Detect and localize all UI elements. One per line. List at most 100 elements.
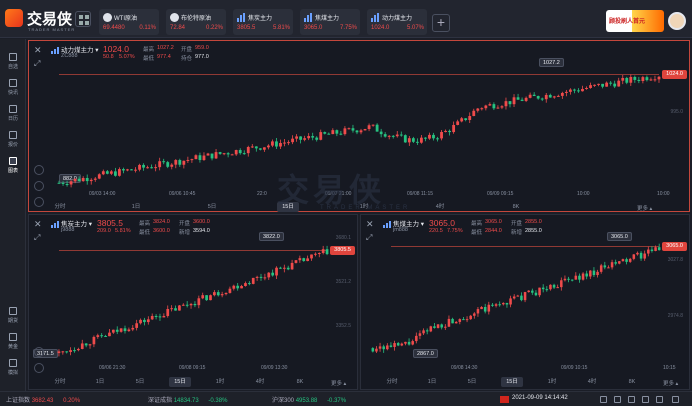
- chart-panel-coking-coal[interactable]: ✕ ⤢ 焦煤主力 ▾ jm888 3065.0 220.5 7.75% 最高 3…: [360, 214, 690, 390]
- more-periods-button[interactable]: 更多 ▴: [331, 379, 346, 387]
- ticker-thermal-coal[interactable]: 动力煤主力 1024.0 5.07%: [367, 9, 427, 35]
- candle: [432, 134, 435, 139]
- candle: [254, 146, 258, 149]
- candle: [508, 101, 512, 105]
- x-axis-label: 22:0: [257, 191, 267, 197]
- period-tab[interactable]: 1日: [89, 377, 111, 387]
- high-value: 1027.2: [157, 45, 174, 51]
- lock-icon[interactable]: [642, 396, 649, 403]
- sidebar-item-futures[interactable]: 期货: [0, 305, 26, 331]
- period-tab[interactable]: 5日: [129, 377, 151, 387]
- candle: [109, 171, 113, 174]
- period-tab[interactable]: 4时: [429, 202, 451, 212]
- open-value: 3600.0: [193, 219, 210, 225]
- period-tab[interactable]: 4时: [581, 377, 603, 387]
- candle: [314, 253, 317, 255]
- candle: [205, 295, 208, 301]
- period-tab-active[interactable]: 15日: [501, 377, 523, 387]
- sidebar-item-gold[interactable]: 黄金: [0, 331, 26, 357]
- sidebar-item-charts[interactable]: 图表: [0, 155, 26, 181]
- user-avatar[interactable]: [668, 12, 686, 30]
- add-ticker-button[interactable]: +: [432, 14, 450, 32]
- candle: [538, 287, 541, 296]
- period-tab[interactable]: 4时: [249, 377, 271, 387]
- candle: [589, 270, 592, 277]
- period-tab[interactable]: 分时: [49, 202, 71, 212]
- top-bar: 交易侠 TRADER MASTER WTI原油 69.4480 0.11% 布伦…: [0, 0, 692, 38]
- period-tab[interactable]: 8K: [621, 377, 643, 387]
- ticker-name: WTI原油: [114, 16, 137, 22]
- sidebar-item-quotes[interactable]: 报价: [0, 129, 26, 155]
- indicator-tool-icon[interactable]: [34, 197, 44, 207]
- period-tab[interactable]: 8K: [505, 202, 527, 212]
- message-icon[interactable]: [614, 396, 621, 403]
- period-tab-active[interactable]: 15日: [169, 377, 191, 387]
- ticker-brent[interactable]: 布伦特原油 72.84 0.22%: [166, 9, 226, 35]
- more-periods-button[interactable]: 更多 ▴: [663, 379, 678, 387]
- ticker-wti[interactable]: WTI原油 69.4480 0.11%: [99, 9, 159, 35]
- index-shanghai[interactable]: 上证指数 3682.43 0.20%: [6, 395, 80, 404]
- oi-label: 新增: [511, 230, 523, 236]
- monitor-icon[interactable]: [600, 396, 607, 403]
- pen-tool-icon[interactable]: [34, 363, 44, 373]
- candle: [433, 326, 436, 328]
- candle: [355, 130, 359, 133]
- period-tab[interactable]: 5日: [461, 377, 483, 387]
- candle: [282, 267, 286, 269]
- period-tab[interactable]: 分时: [49, 377, 71, 387]
- close-icon[interactable]: ✕: [34, 45, 42, 56]
- ticker-coking-coal[interactable]: 焦煤主力 3065.0 7.75%: [300, 9, 360, 35]
- sidebar-item-simulation[interactable]: 模拟: [0, 357, 26, 383]
- sidebar-item-label: 模拟: [7, 370, 18, 376]
- candle: [367, 125, 371, 130]
- candlestick-chart[interactable]: [371, 239, 661, 363]
- expand-icon[interactable]: ⤢: [34, 59, 40, 69]
- low-value: 977.4: [157, 54, 171, 60]
- more-periods-button[interactable]: 更多 ▴: [637, 204, 652, 212]
- low-label: 最低: [143, 56, 155, 62]
- fullscreen-icon[interactable]: [672, 396, 679, 403]
- candle: [411, 341, 414, 345]
- period-tab[interactable]: 1时: [541, 377, 563, 387]
- index-shenzhen[interactable]: 深证成指 14834.73 -0.38%: [148, 395, 227, 404]
- index-csi300[interactable]: 沪深300 4953.88 -0.37%: [272, 395, 346, 404]
- candle: [101, 171, 105, 175]
- bar-chart-icon: [371, 13, 380, 22]
- ticker-name: 布伦特原油: [181, 16, 212, 22]
- settings-icon[interactable]: [656, 396, 663, 403]
- candle: [523, 292, 527, 301]
- pen-tool-icon[interactable]: [34, 181, 44, 191]
- simulation-icon: [9, 359, 17, 367]
- promo-banner[interactable]: 顾投刷人首元: [606, 10, 664, 32]
- period-tab[interactable]: 1时: [209, 377, 231, 387]
- period-tab[interactable]: 分时: [381, 377, 403, 387]
- volume-icon[interactable]: [628, 396, 635, 403]
- candle: [92, 336, 96, 345]
- sidebar-item-calendar[interactable]: 日历: [0, 103, 26, 129]
- candle: [216, 292, 220, 296]
- ticker-coke[interactable]: 焦炭主力 3805.5 5.81%: [233, 9, 293, 35]
- candle: [302, 258, 306, 262]
- open-value: 2855.0: [525, 219, 542, 225]
- candle: [657, 76, 661, 80]
- layout-grid-button[interactable]: [75, 11, 91, 27]
- period-tab[interactable]: 8K: [289, 377, 311, 387]
- candle: [166, 308, 170, 316]
- sidebar-item-favorites[interactable]: 自选: [0, 51, 26, 77]
- candle: [500, 106, 504, 108]
- period-tab[interactable]: 1日: [125, 202, 147, 212]
- close-icon[interactable]: ✕: [34, 219, 42, 230]
- sidebar-item-news[interactable]: 快讯: [0, 77, 26, 103]
- candle: [181, 304, 185, 306]
- candle: [306, 258, 309, 262]
- period-tab[interactable]: 1日: [421, 377, 443, 387]
- expand-icon[interactable]: ⤢: [34, 233, 40, 243]
- period-tab[interactable]: 5日: [201, 202, 223, 212]
- candle: [593, 84, 596, 86]
- draw-tool-icon[interactable]: [34, 347, 44, 357]
- chart-panel-coke[interactable]: ✕ ⤢ 焦炭主力 ▾ j9888 3805.5 209.0 5.81% 最高 3…: [28, 214, 358, 390]
- draw-tool-icon[interactable]: [34, 165, 44, 175]
- candlestick-chart[interactable]: [57, 239, 329, 363]
- sidebar-item-label: 报价: [7, 142, 18, 148]
- close-icon[interactable]: ✕: [366, 219, 374, 230]
